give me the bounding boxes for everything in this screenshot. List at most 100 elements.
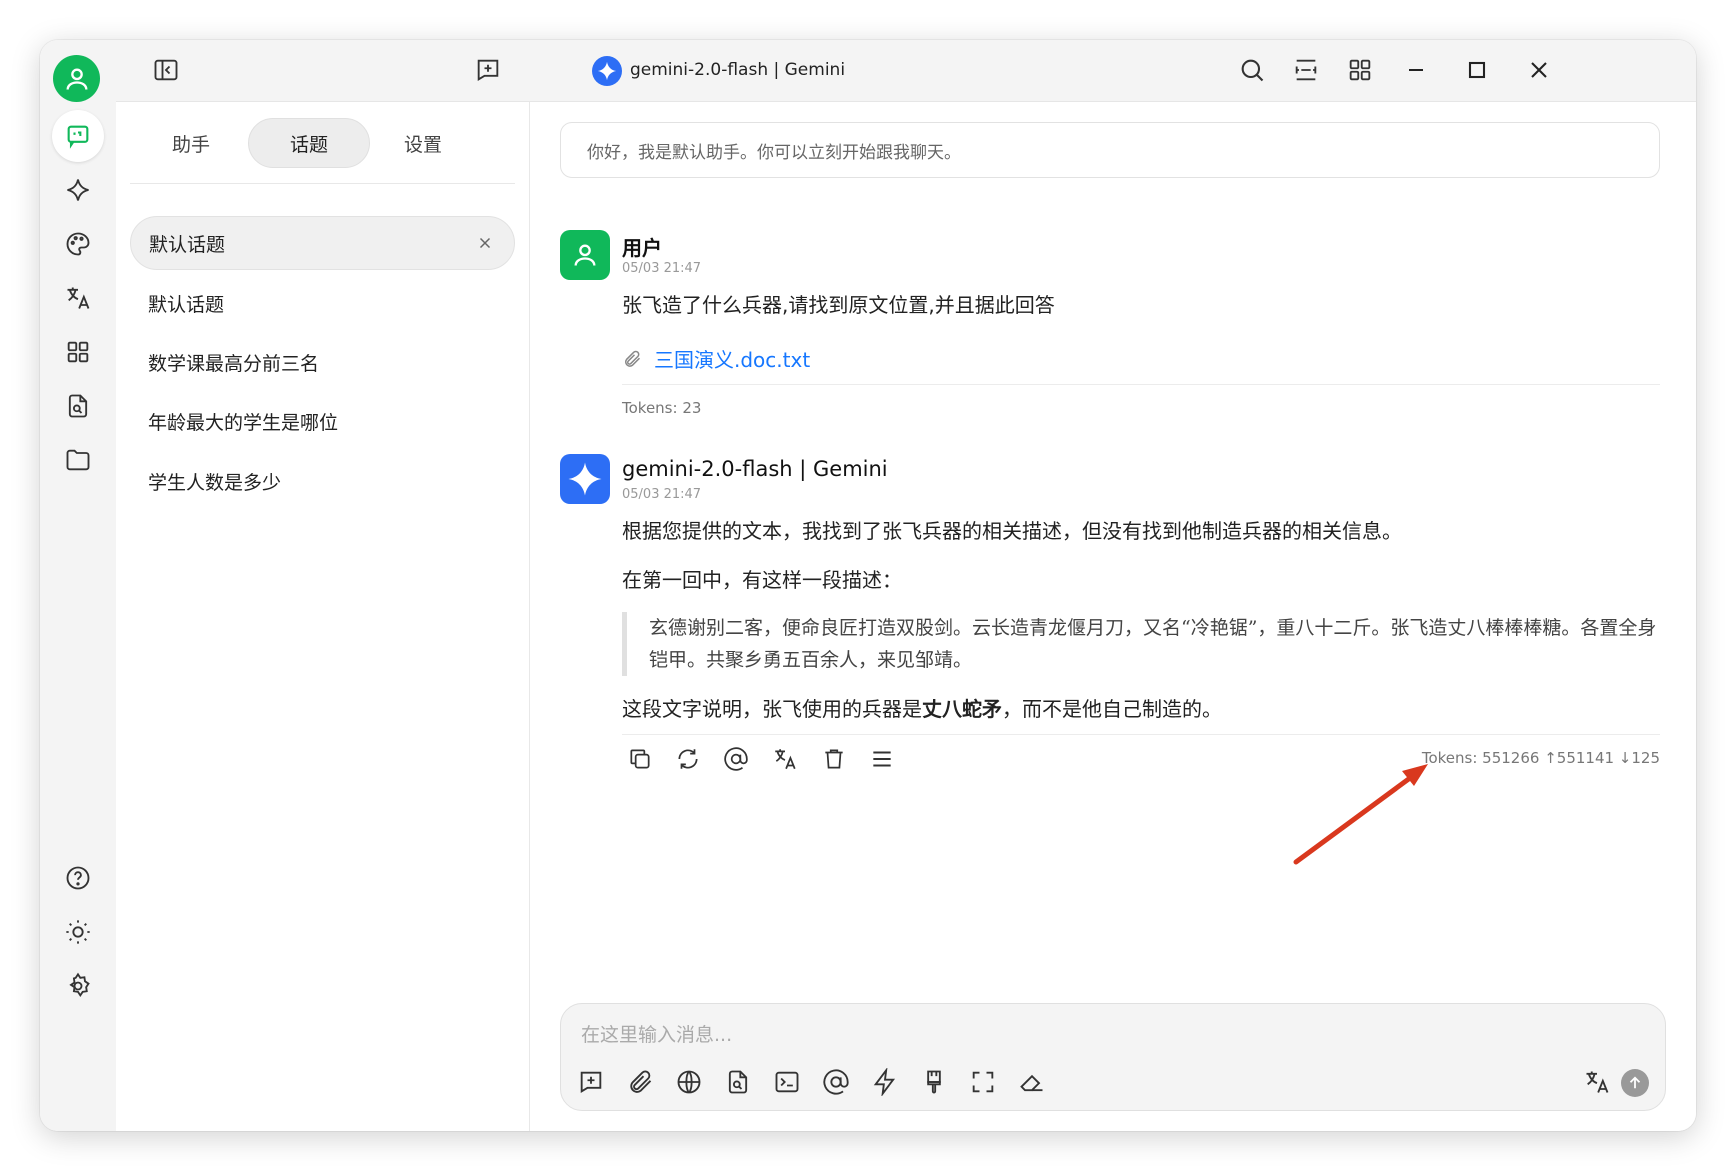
attach-file-button[interactable] [624,1066,656,1098]
attachment-link[interactable]: 三国演义.doc.txt [622,344,810,373]
user-message-text: 张飞造了什么兵器,请找到原文位置,并且据此回答 [622,293,1055,317]
message-composer [560,1003,1666,1111]
assistant-paragraph-2: 在第一回中，有这样一段描述： [622,568,902,592]
arrow-up-icon [1629,1076,1641,1089]
rail-files-button[interactable] [52,434,104,486]
mention-button[interactable] [820,1066,852,1098]
mcp-tools-button[interactable] [869,1066,901,1098]
rail-paint-button[interactable] [52,218,104,270]
model-title[interactable]: gemini-2.0-flash | Gemini [630,60,845,80]
menu-icon [873,751,891,767]
translate-icon [67,287,90,309]
terminal-icon [775,1071,799,1093]
add-chat-icon [580,1071,602,1093]
sparkle-icon [67,179,89,201]
message-input[interactable] [581,1018,1645,1052]
more-menu-button[interactable] [867,744,897,774]
rail-chat-button[interactable] [52,110,104,162]
assistant-name: gemini-2.0-flash | Gemini [622,457,888,481]
tab-topics[interactable]: 话题 [248,118,370,168]
translate-icon [775,749,796,770]
rail-apps-button[interactable] [52,326,104,378]
topic-item[interactable]: 年龄最大的学生是哪位 [130,394,515,448]
web-search-button[interactable] [673,1066,705,1098]
assistant-tokens: Tokens: 551266 ↑551141 ↓125 [1421,749,1660,767]
icon-rail [40,40,116,1131]
message-divider [622,734,1660,735]
translate-button[interactable] [770,744,800,774]
close-icon [479,237,491,249]
topic-label: 默认话题 [148,293,225,316]
knowledge-base-button[interactable] [722,1066,754,1098]
attachment-name: 三国演义.doc.txt [654,348,811,372]
paperclip-icon [630,1070,652,1093]
clear-context-button[interactable] [918,1066,950,1098]
add-chat-icon [477,59,499,81]
rail-help-button[interactable] [52,852,104,904]
gemini-logo [592,56,622,86]
brush-icon [927,1070,941,1094]
trash-icon [825,749,843,769]
topic-item[interactable]: 默认话题 [130,276,515,330]
maximize-button[interactable] [1461,54,1493,86]
close-window-button[interactable] [1523,54,1555,86]
topic-item[interactable]: 数学课最高分前三名 [130,335,515,389]
user-icon [66,68,87,90]
send-button[interactable] [1621,1069,1649,1097]
rail-translate-button[interactable] [52,272,104,324]
topic-label: 默认话题 [149,233,226,256]
tab-settings[interactable]: 设置 [362,118,484,168]
close-icon [1531,62,1547,78]
rail-theme-button[interactable] [52,906,104,958]
delete-message-button[interactable] [819,744,849,774]
apps-button[interactable] [1344,54,1376,86]
quick-phrases-button[interactable] [771,1066,803,1098]
expand-button[interactable] [967,1066,999,1098]
minimize-icon [1409,68,1423,72]
file-search-icon [728,1070,748,1094]
assistant-paragraph-1: 根据您提供的文本，我找到了张飞兵器的相关描述，但没有找到他制造兵器的相关信息。 [622,519,1402,543]
topic-item[interactable]: 学生人数是多少 [130,454,515,508]
welcome-message: 你好，我是默认助手。你可以立刻开始跟我聊天。 [560,122,1660,178]
user-avatar[interactable] [53,55,100,102]
copy-button[interactable] [625,744,655,774]
delete-topic-button[interactable] [472,230,498,256]
paragraph-3-end: ，而不是他自己制造的。 [1002,697,1222,721]
user-message-avatar [560,230,610,280]
new-topic-button[interactable] [472,54,504,86]
rail-agents-button[interactable] [52,164,104,216]
at-icon [823,1069,849,1095]
blockquote: 玄德谢别二客，便命良匠打造双股剑。云长造青龙偃月刀，又名“冷艳锯”，重八十二斤。… [622,612,1660,676]
assistant-avatar [560,454,610,504]
copy-icon [630,749,650,769]
mention-model-button[interactable] [721,744,751,774]
topic-label: 年龄最大的学生是哪位 [148,411,339,434]
search-button[interactable] [1236,54,1268,86]
globe-icon [677,1070,701,1094]
minimize-button[interactable] [1400,54,1432,86]
topic-panel: 助手 话题 设置 默认话题 默认话题 数学课最高分前三名 年龄最大的学生是哪位 … [116,102,530,1131]
maximize-icon [1468,61,1486,79]
tab-assistant[interactable]: 助手 [130,118,252,168]
folder-icon [66,449,90,471]
title-bar: gemini-2.0-flash | Gemini [116,40,1696,102]
regenerate-button[interactable] [673,744,703,774]
clear-input-button[interactable] [1016,1066,1048,1098]
topic-label: 数学课最高分前三名 [148,352,320,375]
toggle-sidebar-button[interactable] [150,54,182,86]
rail-settings-button[interactable] [52,960,104,1012]
at-icon [724,747,748,771]
chat-area: 你好，我是默认助手。你可以立刻开始跟我聊天。 用户 05/03 21:47 张飞… [530,102,1696,1131]
paperclip-icon [625,350,641,367]
topic-item-active[interactable]: 默认话题 [130,216,515,270]
new-topic-tool-button[interactable] [575,1066,607,1098]
assistant-paragraph-3: 这段文字说明，张飞使用的兵器是丈八蛇矛，而不是他自己制造的。 [622,694,1660,724]
paragraph-3-start: 这段文字说明，张飞使用的兵器是 [622,697,922,721]
file-search-icon [68,394,88,418]
rail-knowledge-button[interactable] [52,380,104,432]
chat-icon [67,125,89,149]
layout-button[interactable] [1290,54,1322,86]
grid-icon [1349,59,1371,81]
search-icon [1241,59,1264,82]
translate-input-button[interactable] [1581,1066,1613,1098]
